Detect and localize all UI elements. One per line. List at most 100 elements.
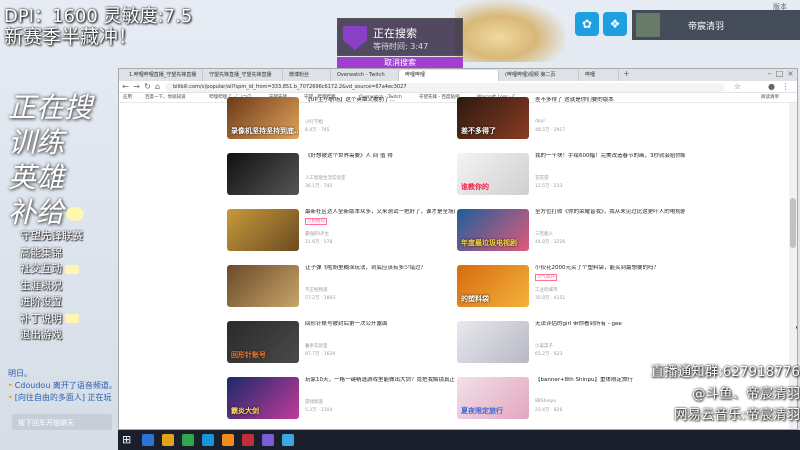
menu-item-highlights[interactable]: 高能集锦	[20, 245, 83, 262]
video-title[interactable]: 全方位打败《你的荣耀皆我》，我从未见过比这更吓人的电视剧	[535, 209, 685, 216]
uploader-name[interactable]: 88Shinpu	[535, 399, 556, 404]
obs-icon[interactable]	[262, 434, 274, 446]
menu-item-owl[interactable]: 守望先锋联赛	[20, 228, 83, 245]
video-thumbnail[interactable]: 的塑料袋	[457, 265, 529, 307]
close-icon[interactable]: ×	[786, 69, 795, 78]
chrome-icon[interactable]	[182, 434, 194, 446]
windows-start-icon[interactable]: ⊞	[122, 433, 131, 446]
browser-tab[interactable]: Overwatch - Twitch	[331, 70, 399, 81]
video-stats: 48.5万 · 2917	[535, 128, 566, 133]
browser-tab[interactable]: 守望先锋直播_守望先锋直播	[203, 70, 283, 81]
video-thumbnail[interactable]	[227, 209, 299, 251]
video-thumbnail[interactable]: 年度最垃圾电视剧	[457, 209, 529, 251]
video-card[interactable]: 霸炎大剑 玩家10天，一格一键精选游戏里能做出大剑？竟把我解锁真正的技术了 游戏…	[227, 377, 457, 423]
menu-supplies[interactable]: 补给	[8, 195, 118, 230]
browser-tab[interactable]: 微博粉丝	[283, 70, 331, 81]
video-thumbnail[interactable]: 录像机坚持坚持到底…	[227, 97, 299, 139]
video-title[interactable]: 玩家10天，一格一键精选游戏里能做出大剑？竟把我解锁真正的技术了	[305, 377, 455, 384]
more-icon[interactable]: ⋮	[781, 82, 790, 91]
menu-item-exit[interactable]: 退出游戏	[20, 327, 83, 344]
video-card[interactable]: 年度最垃圾电视剧 全方位打败《你的荣耀皆我》，我从未见过比这更吓人的电视剧 三百…	[457, 209, 687, 255]
video-title[interactable]: 《好想被这个世界需要》人 间 值 得	[305, 153, 455, 160]
uploader-name[interactable]: 人工智能生活实验室	[305, 175, 346, 181]
player-profile[interactable]: 帝宸清羽	[632, 10, 800, 40]
maximize-icon[interactable]: □	[775, 69, 784, 78]
uploader-name[interactable]: dpyr	[535, 119, 545, 124]
minimize-icon[interactable]: –	[765, 69, 774, 78]
video-thumbnail[interactable]: 谁教你的	[457, 153, 529, 195]
video-card[interactable]: 的塑料袋 小伙花2000元买了个塑料袋，能买到最想要的吗？ 人气飙升 工业的城市…	[457, 265, 687, 311]
browser-tab[interactable]: 哔哩	[579, 70, 619, 81]
back-icon[interactable]: ←	[121, 82, 130, 91]
menu-item-social[interactable]: 社交互动	[20, 261, 83, 278]
video-card[interactable]: 无法评估的girl 带你看到所有 - gee 小美菜子 65.2万 · 623	[457, 321, 687, 367]
video-title[interactable]: 最新社区达人全新版本众多，又来测试一把好了，谁才是全场最强？	[305, 209, 455, 216]
top-right-bar: ✿ ❖ 帝宸清羽	[575, 10, 800, 40]
cancel-search-button[interactable]: 取消搜索	[337, 57, 463, 68]
chat-input[interactable]: 按下回车开始聊天	[12, 414, 112, 430]
uploader-name[interactable]: 小叮学姐	[305, 119, 323, 125]
video-thumbnail[interactable]: 夏夜限定旅行	[457, 377, 529, 419]
browser-tab[interactable]: (哔哩哔哩)视频 第二页	[499, 70, 579, 81]
forward-icon[interactable]: →	[132, 82, 141, 91]
video-title[interactable]: 差不多得了 这就是你们要的版本	[535, 97, 685, 104]
version-label: 版本	[773, 3, 787, 11]
overwatch-icon[interactable]	[222, 434, 234, 446]
video-stats: 87.7万 · 1629	[305, 352, 336, 357]
video-title[interactable]: 小伙花2000元买了个塑料袋，能买到最想要的吗？	[535, 265, 685, 272]
video-title[interactable]: 【UP主小剧场】这个英雄又被削了…	[305, 97, 455, 104]
video-title[interactable]: 回形针账号被封后第一次公开露面	[305, 321, 455, 328]
browser-tab-active[interactable]: 哔哩哔哩	[399, 70, 499, 81]
video-card[interactable]: 谁教你的 我的一千块！手绘600幅！完美改造春节的画，3秒就会给你解惑 花花游 …	[457, 153, 687, 199]
uploader-name[interactable]: 最强的UP主	[305, 231, 329, 237]
qq-icon[interactable]	[282, 434, 294, 446]
star-icon[interactable]: ☆	[733, 82, 742, 91]
video-card[interactable]: 《好想被这个世界需要》人 间 值 得 人工智能生活实验室 36.1万 · 745	[227, 153, 457, 199]
menu-item-settings[interactable]: 进阶设置	[20, 294, 83, 311]
uploader-name[interactable]: 小美菜子	[535, 343, 553, 349]
search-icon[interactable]	[142, 434, 154, 446]
battlenet-icon[interactable]	[202, 434, 214, 446]
video-thumbnail[interactable]: 差不多得了	[457, 97, 529, 139]
friends-icon[interactable]: ✿	[575, 12, 599, 36]
bookmark-apps[interactable]: 应用	[123, 94, 132, 102]
group-icon[interactable]: ❖	[603, 12, 627, 36]
menu-training[interactable]: 训练	[8, 125, 118, 160]
file-explorer-icon[interactable]	[162, 434, 174, 446]
url-input[interactable]: bilibili.com/v/popular/all?spm_id_from=3…	[165, 83, 725, 92]
bookmark[interactable]: 百度一下，你就知道	[145, 94, 186, 102]
browser-tab[interactable]: 1.哔哩哔哩直播_守望先锋直播	[123, 70, 203, 81]
menu-item-career[interactable]: 生涯概况	[20, 278, 83, 295]
uploader-name[interactable]: 薯条实验室	[305, 343, 328, 349]
uploader-name[interactable]: 花花游	[535, 175, 549, 181]
video-card[interactable]: 回形针账号 回形针账号被封后第一次公开露面 薯条实验室 87.7万 · 1629	[227, 321, 457, 367]
reading-list[interactable]: 阅读清单	[761, 94, 779, 102]
video-stats: 44.8万 · 3226	[535, 240, 566, 245]
netease-music-icon[interactable]	[242, 434, 254, 446]
video-card[interactable]: 让子弹飞啦胡里糊涂玩法，到底应该有多少错过？ 不正经频道 57.2万 · 180…	[227, 265, 457, 311]
uploader-name[interactable]: 三百鹿人	[535, 231, 553, 237]
video-title[interactable]: 让子弹飞啦胡里糊涂玩法，到底应该有多少错过？	[305, 265, 455, 272]
menu-heroes[interactable]: 英雄	[8, 160, 118, 195]
uploader-name[interactable]: 不正经频道	[305, 287, 328, 293]
uploader-name[interactable]: 工业的城市	[535, 287, 558, 293]
video-card[interactable]: 最新社区达人全新版本众多，又来测试一把好了，谁才是全场最强？ 万粉推荐 最强的U…	[227, 209, 457, 255]
profile-icon[interactable]: ●	[767, 82, 776, 91]
new-tab-icon[interactable]: +	[622, 69, 631, 78]
video-thumbnail[interactable]: 霸炎大剑	[227, 377, 299, 419]
video-thumbnail[interactable]	[227, 153, 299, 195]
video-thumbnail[interactable]	[457, 321, 529, 363]
reload-icon[interactable]: ↻	[143, 82, 152, 91]
avatar	[636, 13, 660, 37]
video-thumbnail[interactable]: 回形针账号	[227, 321, 299, 363]
video-title[interactable]: 无法评估的girl 带你看到所有 - gee	[535, 321, 685, 328]
scrollbar-thumb[interactable]	[790, 198, 796, 248]
video-thumbnail[interactable]	[227, 265, 299, 307]
home-icon[interactable]: ⌂	[153, 82, 162, 91]
uploader-name[interactable]: 游戏频道	[305, 399, 323, 405]
menu-searching[interactable]: 正在搜	[8, 90, 118, 125]
video-card[interactable]: 录像机坚持坚持到底… 【UP主小剧场】这个英雄又被削了… 小叮学姐 8.4万 ·…	[227, 97, 457, 143]
video-title[interactable]: 我的一千块！手绘600幅！完美改造春节的画，3秒就会给你解惑	[535, 153, 685, 160]
video-card[interactable]: 差不多得了 差不多得了 这就是你们要的版本 dpyr 48.5万 · 2917	[457, 97, 687, 143]
menu-item-patch-notes[interactable]: 补丁说明	[20, 311, 83, 328]
